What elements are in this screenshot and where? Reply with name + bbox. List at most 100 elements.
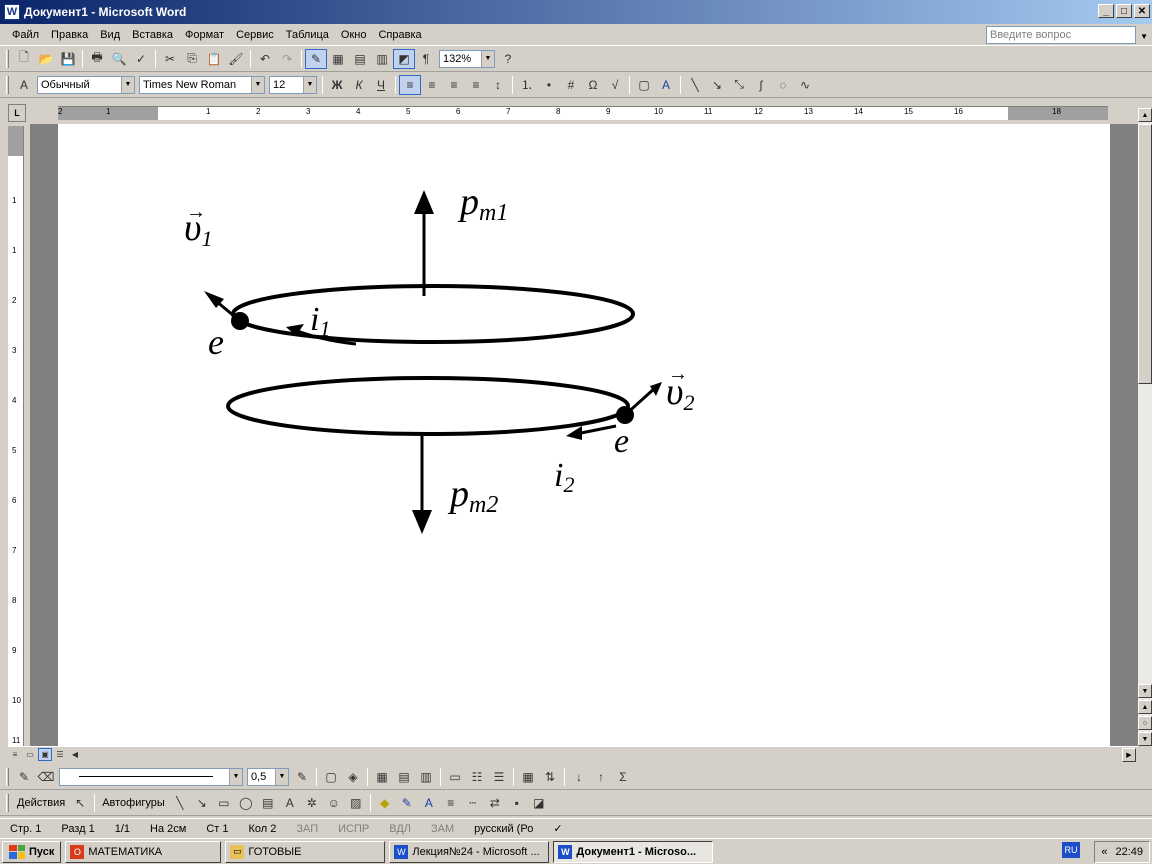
align-right-icon[interactable]: ≡: [443, 75, 465, 95]
italic-button[interactable]: К: [348, 75, 370, 95]
scroll-thumb[interactable]: [1138, 124, 1152, 384]
previous-page-icon[interactable]: ▲: [1138, 700, 1152, 714]
web-view-icon[interactable]: ▭: [23, 748, 37, 761]
oval-icon[interactable]: ◯: [235, 793, 257, 813]
menu-window[interactable]: Окно: [335, 29, 373, 41]
tray-expand-icon[interactable]: «: [1101, 846, 1107, 858]
text-direction-icon[interactable]: ⇅: [539, 767, 561, 787]
arrow-icon[interactable]: ↘: [191, 793, 213, 813]
merge-cells-icon[interactable]: ▤: [393, 767, 415, 787]
style-select[interactable]: Обычный ▼: [37, 75, 135, 94]
autosum-icon[interactable]: Σ: [612, 767, 634, 787]
taskbar-item-gotovye[interactable]: ▭ ГОТОВЫЕ: [225, 840, 386, 863]
picture-icon[interactable]: ▨: [345, 793, 367, 813]
clock[interactable]: 22:49: [1115, 846, 1143, 858]
draw-table-icon[interactable]: ✎: [305, 48, 327, 69]
align-center-icon[interactable]: ≡: [421, 75, 443, 95]
align-left-icon[interactable]: ≡: [399, 74, 421, 95]
fill-color-icon[interactable]: ◆: [374, 793, 396, 813]
rectangle-icon[interactable]: ▭: [213, 793, 235, 813]
zoom-select[interactable]: 132% ▼: [439, 49, 495, 68]
distribute-rows-icon[interactable]: ☷: [466, 767, 488, 787]
print-icon[interactable]: 🖶: [86, 49, 108, 69]
menu-tools[interactable]: Сервис: [230, 29, 280, 41]
menu-edit[interactable]: Правка: [45, 29, 94, 41]
eraser-icon[interactable]: ⌫: [35, 767, 57, 787]
paste-icon[interactable]: 📋: [203, 49, 225, 69]
bold-button[interactable]: Ж: [326, 75, 348, 95]
line-icon[interactable]: ╲: [684, 75, 706, 95]
line-style-icon[interactable]: ≡: [440, 793, 462, 813]
ask-question-input[interactable]: Введите вопрос: [986, 26, 1136, 44]
diagram-icon[interactable]: ✲: [301, 793, 323, 813]
wordart-icon[interactable]: A: [279, 793, 301, 813]
font-select[interactable]: Times New Roman ▼: [139, 75, 265, 94]
physics-figure[interactable]: υ1 → pm1 i1 e υ2 → e i2 pm2: [58, 124, 758, 644]
textbox-icon[interactable]: ▤: [257, 793, 279, 813]
distribute-columns-icon[interactable]: ☰: [488, 767, 510, 787]
shadow-icon[interactable]: ▪: [506, 793, 528, 813]
vertical-ruler[interactable]: 1 1 2 3 4 5 6 7 8 9 10 11: [8, 126, 24, 746]
font-color-icon[interactable]: A: [655, 75, 677, 95]
open-folder-icon[interactable]: 📂: [35, 49, 57, 69]
font-size-select[interactable]: 12 ▼: [269, 75, 317, 94]
scroll-right-icon[interactable]: ▶: [1122, 748, 1136, 762]
minimize-button[interactable]: _: [1098, 4, 1114, 18]
taskbar-item-lecture[interactable]: W Лекция№24 - Microsoft ...: [389, 840, 550, 863]
sort-desc-icon[interactable]: ↑: [590, 767, 612, 787]
horizontal-scrollbar[interactable]: ≡ ▭ ▣ ☰ ◀ ▶: [8, 746, 1138, 762]
redo-icon[interactable]: ↷: [276, 49, 298, 69]
double-arrow-icon[interactable]: ⤡: [728, 75, 750, 95]
drawing-toggle-icon[interactable]: ◩: [393, 48, 415, 69]
outline-view-icon[interactable]: ☰: [53, 748, 67, 761]
status-trk[interactable]: ИСПР: [328, 821, 379, 837]
menu-help[interactable]: Справка: [372, 29, 427, 41]
styles-pane-icon[interactable]: A: [13, 75, 35, 95]
tab-selector[interactable]: L: [8, 104, 26, 122]
actions-menu[interactable]: Действия: [13, 797, 69, 809]
insert-table-icon[interactable]: ▦: [371, 767, 393, 787]
bullets-icon[interactable]: •: [538, 75, 560, 95]
columns-icon[interactable]: ▥: [371, 49, 393, 69]
3d-icon[interactable]: ◪: [528, 793, 550, 813]
arrow-icon[interactable]: ↘: [706, 75, 728, 95]
status-rec[interactable]: ЗАП: [286, 821, 328, 837]
status-ovr[interactable]: ЗАМ: [421, 821, 464, 837]
font-color-icon[interactable]: A: [418, 793, 440, 813]
new-document-icon[interactable]: 🗋: [13, 49, 35, 69]
line-color-icon[interactable]: ✎: [396, 793, 418, 813]
print-layout-icon[interactable]: ▣: [38, 748, 52, 761]
insert-field-icon[interactable]: #: [560, 75, 582, 95]
line-spacing-icon[interactable]: ↕: [487, 75, 509, 95]
menu-file[interactable]: Файл: [6, 29, 45, 41]
shading-icon[interactable]: ◈: [342, 767, 364, 787]
spelling-icon[interactable]: ✓: [130, 49, 152, 69]
spelling-status-icon[interactable]: ✓: [543, 821, 572, 837]
borders-icon[interactable]: ▢: [320, 767, 342, 787]
scribble-icon[interactable]: ∿: [794, 75, 816, 95]
pencil-icon[interactable]: ✎: [13, 767, 35, 787]
print-preview-icon[interactable]: 🔍: [108, 49, 130, 69]
word-icon[interactable]: W: [4, 4, 20, 20]
border-icon[interactable]: ▢: [633, 75, 655, 95]
status-language[interactable]: русский (Ро: [464, 821, 543, 837]
next-page-icon[interactable]: ▼: [1138, 732, 1152, 746]
show-formatting-icon[interactable]: ¶: [415, 49, 437, 69]
justify-icon[interactable]: ≡: [465, 75, 487, 95]
close-button[interactable]: ✕: [1134, 4, 1150, 18]
browse-object-icon[interactable]: ○: [1138, 716, 1152, 730]
taskbar-item-matematika[interactable]: O МАТЕМАТИКА: [65, 840, 222, 863]
menu-insert[interactable]: Вставка: [126, 29, 179, 41]
align-cell-icon[interactable]: ▭: [444, 767, 466, 787]
start-button[interactable]: Пуск: [2, 840, 62, 863]
underline-button[interactable]: Ч: [370, 75, 392, 95]
maximize-button[interactable]: □: [1116, 4, 1132, 18]
line-weight-select[interactable]: 0,5 ▼: [247, 767, 289, 786]
curve-icon[interactable]: ʃ: [750, 75, 772, 95]
normal-view-icon[interactable]: ≡: [8, 748, 22, 761]
select-objects-icon[interactable]: ↖: [69, 793, 91, 813]
cut-icon[interactable]: ✂: [159, 49, 181, 69]
help-icon[interactable]: ?: [497, 49, 519, 69]
numbering-icon[interactable]: ⒈: [516, 75, 538, 95]
arrow-style-icon[interactable]: ⇄: [484, 793, 506, 813]
